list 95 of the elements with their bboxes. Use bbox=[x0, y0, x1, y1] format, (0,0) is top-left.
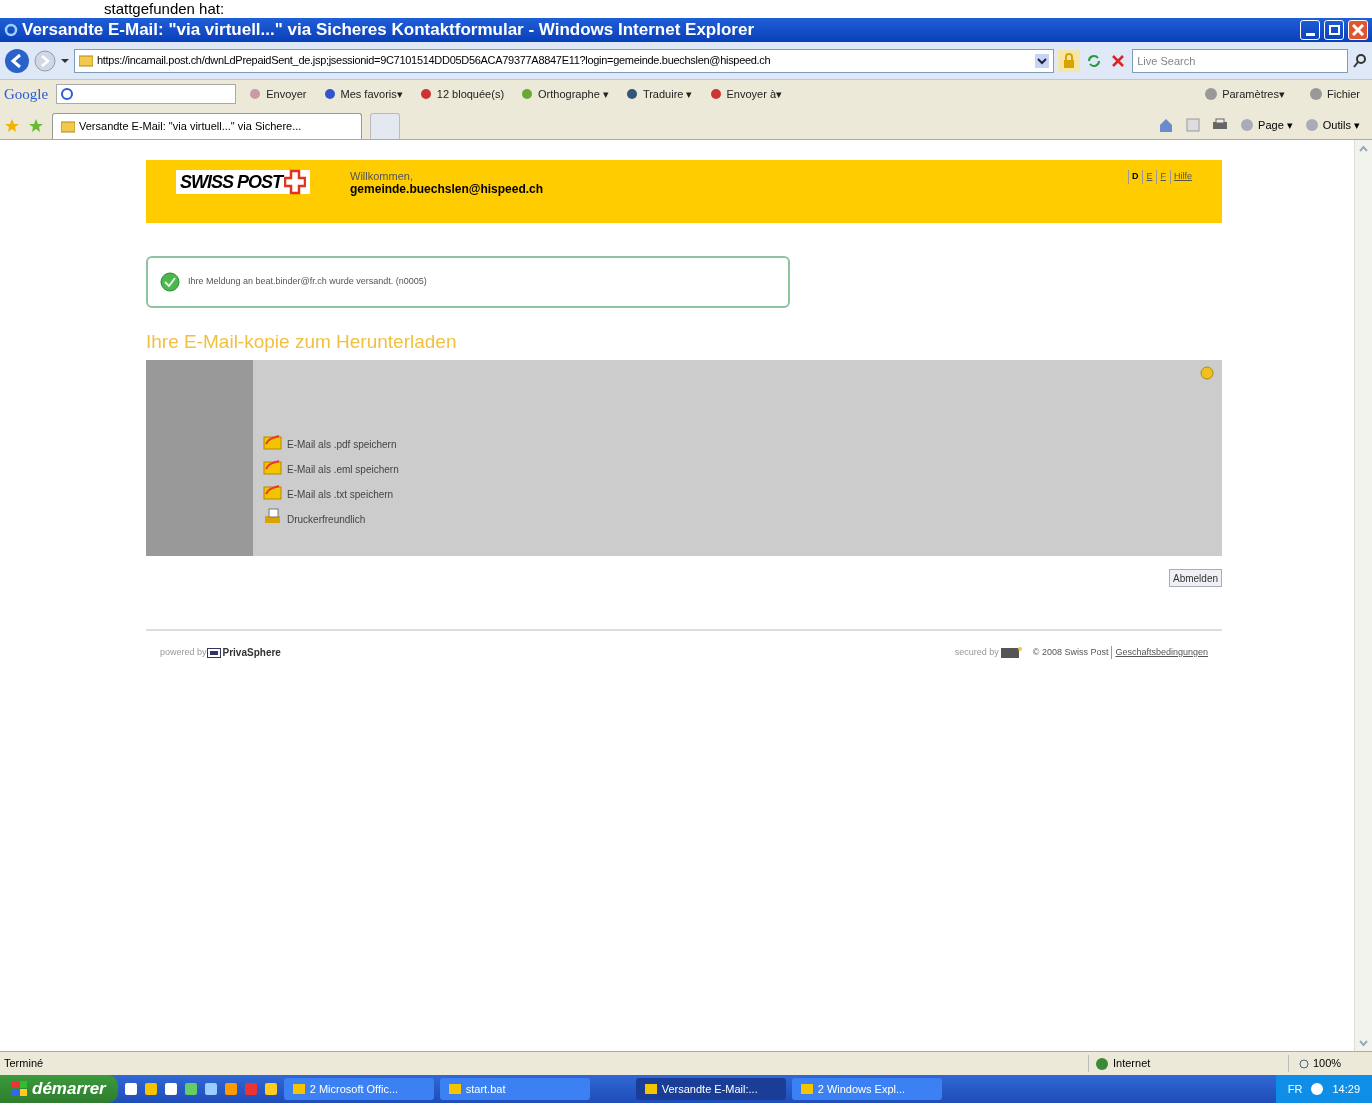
help-link[interactable]: Hilfe bbox=[1170, 170, 1192, 184]
toolbar-button[interactable]: Page ▾ bbox=[1240, 116, 1293, 134]
toolbar-icon bbox=[1309, 87, 1323, 101]
success-check-icon bbox=[160, 272, 180, 292]
search-field[interactable] bbox=[56, 84, 237, 104]
windows-logo-icon bbox=[12, 1081, 28, 1097]
user-email: gemeinde.buechslen@hispeed.ch bbox=[350, 183, 544, 196]
window-icon bbox=[643, 1082, 658, 1096]
browser-tab[interactable]: Versandte E-Mail: "via virtuell..." via Sichere... bbox=[52, 113, 362, 139]
taskbar-button[interactable]: start.bat bbox=[439, 1078, 590, 1100]
language-indicator: FR bbox=[1287, 1081, 1303, 1097]
close-button[interactable] bbox=[1348, 20, 1368, 40]
lock-icon[interactable] bbox=[1058, 49, 1081, 72]
document-text: stattgefunden hat: bbox=[104, 0, 225, 18]
taskbar-button[interactable]: 2 Windows Expl... bbox=[791, 1078, 942, 1100]
taskbar-button[interactable]: 2 Microsoft Offic... bbox=[283, 1078, 434, 1100]
quick-launch-icon[interactable] bbox=[163, 1082, 178, 1096]
taskbar-button[interactable]: Versandte E-Mail:... bbox=[635, 1078, 786, 1100]
toolbar-icon bbox=[248, 87, 263, 101]
toolbar-icon bbox=[624, 87, 639, 101]
folder-icon bbox=[263, 432, 283, 452]
toolbar-button[interactable]: Envoyer bbox=[244, 85, 311, 103]
folder-icon bbox=[263, 457, 283, 477]
quick-launch-icon[interactable] bbox=[183, 1082, 198, 1096]
search-icon[interactable] bbox=[1352, 52, 1368, 69]
window-icon bbox=[291, 1082, 306, 1096]
post-cross-icon bbox=[284, 169, 307, 195]
scrollbar[interactable] bbox=[1354, 140, 1372, 1051]
toolbar-icon bbox=[1304, 118, 1319, 132]
window-title: Versandte E-Mail: "via virtuell..." via Sicheres Kontaktformular - Windows Internet Explorer bbox=[22, 19, 756, 42]
quick-launch-icon[interactable] bbox=[123, 1082, 138, 1096]
toolbar-icon bbox=[520, 87, 535, 101]
restore-button[interactable] bbox=[1324, 20, 1344, 40]
page-icon bbox=[61, 120, 75, 133]
powered-by-text: powered by bbox=[160, 645, 207, 659]
secured-by-text: secured by bbox=[954, 645, 999, 659]
toolbar-button[interactable]: Mes favoris▾ bbox=[318, 85, 407, 103]
home-icon[interactable] bbox=[1158, 117, 1175, 133]
message-text: Ihre Meldung an beat.binder@fr.ch wurde versandt. (n0005) bbox=[188, 275, 427, 289]
toolbar-icon bbox=[708, 87, 723, 101]
swiss-post-logo: SWISS POST bbox=[180, 170, 283, 194]
download-link[interactable]: Druckerfreundlich bbox=[263, 507, 1222, 527]
restore-icon bbox=[1328, 25, 1340, 35]
close-icon bbox=[1352, 24, 1364, 36]
toolbar-icon bbox=[418, 87, 433, 101]
terms-link[interactable]: Geschaftsbedingungen bbox=[1111, 645, 1208, 660]
start-button[interactable]: démarrer bbox=[0, 1075, 118, 1103]
privasphere-logo: PrivaSphere bbox=[222, 646, 281, 660]
status-text: Terminé bbox=[4, 1056, 45, 1072]
url-text: https://incamail.post.ch/dwnLdPrepaidSent_de.jsp;jsessionid=9C7101514DD05D56ACA79377A8847E11?login=gemeinde.buechslen@hispeed.ch bbox=[97, 53, 772, 69]
privasphere-logo-icon bbox=[206, 647, 221, 658]
address-field[interactable]: https://incamail.post.ch/dwnLdPrepaidSent_de.jsp;jsessionid=9C7101514DD05D56ACA79377A8847E11?login=gemeinde.buechslen@hispeed.ch bbox=[74, 48, 1055, 73]
printer-icon[interactable] bbox=[1212, 118, 1229, 132]
toolbar-button[interactable]: Envoyer à▾ bbox=[704, 85, 787, 103]
download-link[interactable]: E-Mail als .eml speichern bbox=[263, 457, 1222, 477]
zoom-button[interactable]: 100% bbox=[1288, 1055, 1368, 1072]
google-logo: Google bbox=[4, 84, 49, 104]
copyright-text: © 2008 Swiss Post bbox=[1032, 645, 1109, 659]
window-icon bbox=[799, 1082, 814, 1096]
info-icon bbox=[1200, 366, 1214, 380]
quick-launch-icon[interactable] bbox=[143, 1082, 158, 1096]
quick-launch-icon[interactable] bbox=[263, 1082, 278, 1096]
zone-text: Internet bbox=[1113, 1056, 1151, 1072]
g-icon bbox=[61, 88, 74, 100]
language-link[interactable]: D bbox=[1127, 170, 1139, 184]
page-icon bbox=[79, 54, 93, 67]
toolbar-button[interactable]: Traduire ▾ bbox=[620, 85, 697, 103]
language-link[interactable]: E bbox=[1142, 170, 1153, 184]
welcome-text: Willkommen, bbox=[350, 170, 414, 183]
toolbar-icon bbox=[322, 87, 337, 101]
minimize-button[interactable] bbox=[1300, 20, 1320, 40]
seal-logo-icon bbox=[998, 645, 1023, 660]
download-link[interactable]: E-Mail als .pdf speichern bbox=[263, 432, 1222, 452]
back-button-icon[interactable] bbox=[4, 47, 30, 74]
toolbar-button[interactable]: Outils ▾ bbox=[1304, 116, 1360, 134]
language-link[interactable]: F bbox=[1156, 170, 1166, 184]
toolbar-button[interactable]: 12 bloquée(s) bbox=[414, 85, 509, 103]
toolbar-button[interactable]: Orthographe ▾ bbox=[516, 85, 613, 103]
quick-launch-icon[interactable] bbox=[223, 1082, 238, 1096]
window-icon bbox=[447, 1082, 462, 1096]
folder-icon bbox=[263, 482, 283, 502]
search-field[interactable]: Live Search bbox=[1132, 48, 1348, 73]
toolbar-icon bbox=[1204, 87, 1219, 101]
toolbar-button[interactable]: Paramètres▾ bbox=[1196, 85, 1293, 103]
minimize-icon bbox=[1305, 32, 1315, 36]
download-link[interactable]: E-Mail als .txt speichern bbox=[263, 482, 1222, 502]
toolbar-icon bbox=[1240, 118, 1255, 132]
clock-text: 14:29 bbox=[1332, 1081, 1360, 1097]
toolbar-button[interactable]: Fichier bbox=[1301, 85, 1368, 103]
globe-icon bbox=[1095, 1056, 1109, 1071]
logout-button[interactable]: Abmelden bbox=[1168, 569, 1222, 587]
tray-icon bbox=[1310, 1082, 1325, 1096]
zoom-icon bbox=[1299, 1058, 1309, 1069]
quick-launch-icon[interactable] bbox=[203, 1082, 218, 1096]
page-heading: Ihre E-Mail-kopie zum Herunterladen bbox=[146, 330, 458, 354]
